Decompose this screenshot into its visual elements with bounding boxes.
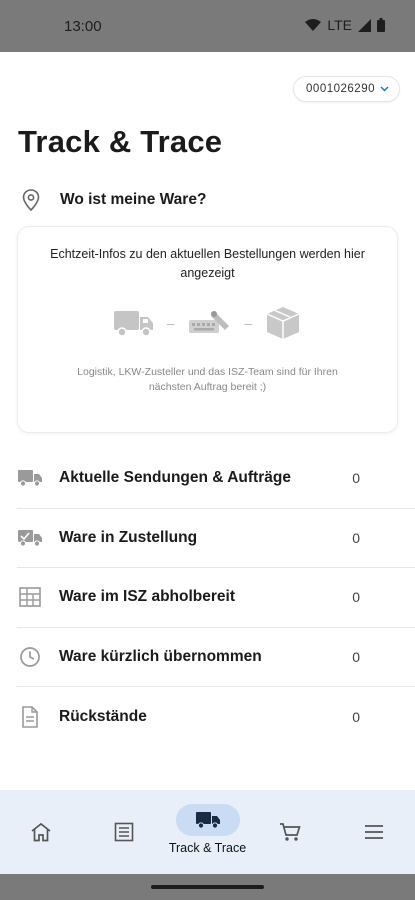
list-item-count: 0 [352, 589, 360, 606]
list-item-label: Ware im ISZ abholbereit [59, 588, 235, 606]
list-item-count: 0 [352, 708, 360, 725]
menu-icon [342, 816, 406, 848]
main-content: 0001026290 Track & Trace Wo ist meine Wa… [0, 52, 415, 790]
delivery-truck-icon [17, 527, 43, 549]
page-title: Track & Trace [18, 124, 223, 159]
where-heading: Wo ist meine Ware? [60, 191, 207, 208]
nav-home[interactable] [9, 790, 73, 874]
chevron-down-icon [380, 83, 389, 95]
info-subtext: Logistik, LKW-Zusteller und das ISZ-Team… [77, 366, 338, 393]
nav-track-trace[interactable]: Track & Trace [166, 790, 249, 874]
location-pin-icon [22, 189, 40, 212]
tracking-info-card: Echtzeit-Infos zu den aktuellen Bestellu… [17, 226, 398, 433]
gesture-area [0, 874, 415, 900]
nav-label: Track & Trace [168, 841, 247, 855]
truck-icon [175, 804, 240, 836]
cart-icon [258, 816, 322, 848]
nav-orders[interactable] [92, 790, 156, 874]
list-icon [92, 816, 156, 848]
wifi-icon [305, 18, 322, 31]
package-icon [266, 307, 300, 339]
list-item-backorders[interactable]: Rückstände 0 [17, 687, 415, 747]
where-section-header: Wo ist meine Ware? [20, 188, 206, 212]
list-item-count: 0 [352, 529, 360, 546]
signal-icon [358, 18, 371, 32]
process-illustration: – – [18, 305, 397, 341]
status-icons: LTE [305, 17, 385, 33]
list-item-label: Ware kürzlich übernommen [59, 647, 262, 665]
separator-dash: – [166, 315, 175, 331]
info-headline: Echtzeit-Infos zu den aktuellen Bestellu… [50, 247, 365, 280]
status-time: 13:00 [64, 18, 102, 35]
separator-dash: – [244, 315, 253, 331]
document-icon [17, 705, 43, 728]
scanner-icon [188, 311, 229, 333]
home-icon [9, 816, 73, 848]
list-item-label: Aktuelle Sendungen & Aufträge [59, 469, 291, 487]
list-item-count: 0 [352, 648, 360, 665]
list-item-label: Ware in Zustellung [59, 528, 198, 546]
list-item-in-delivery[interactable]: Ware in Zustellung 0 [17, 509, 415, 568]
list-item-current-shipments[interactable]: Aktuelle Sendungen & Aufträge 0 [17, 449, 415, 509]
gesture-handle[interactable] [151, 885, 264, 889]
bottom-navigation: Track & Trace [0, 790, 415, 874]
network-label: LTE [327, 17, 352, 33]
list-item-recently-received[interactable]: Ware kürzlich übernommen 0 [17, 628, 415, 687]
status-bar: 13:00 LTE [0, 0, 415, 52]
warehouse-icon [17, 586, 43, 608]
account-number: 0001026290 [306, 83, 375, 95]
truck-icon [113, 311, 153, 337]
clock-icon [17, 646, 43, 668]
list-item-count: 0 [352, 470, 360, 487]
list-item-label: Rückstände [59, 707, 147, 725]
account-selector[interactable]: 0001026290 [293, 76, 400, 102]
truck-icon [17, 467, 43, 489]
nav-menu[interactable] [342, 790, 406, 874]
list-item-ready-for-pickup[interactable]: Ware im ISZ abholbereit 0 [17, 568, 415, 628]
status-list: Aktuelle Sendungen & Aufträge 0 Ware in … [17, 449, 415, 747]
nav-cart[interactable] [258, 790, 322, 874]
battery-icon [377, 18, 385, 32]
